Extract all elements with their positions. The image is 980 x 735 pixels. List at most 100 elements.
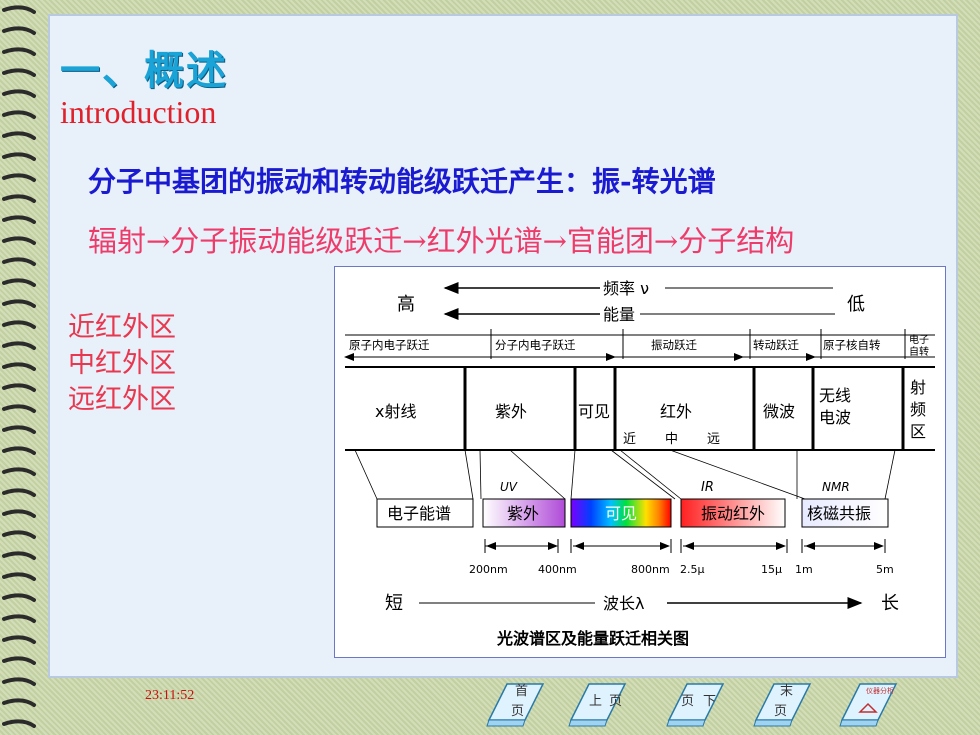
tick-200nm: 200nm (469, 563, 508, 576)
description-line-1: 分子中基团的振动和转动能级跃迁产生：振-转光谱 (88, 165, 716, 198)
label-frequency: 频率 ν (603, 279, 649, 298)
binding-ring (2, 614, 36, 623)
transition-electron-spin-1: 电子 (909, 333, 929, 346)
label-long: 长 (881, 593, 899, 614)
timestamp: 23:11:52 (145, 688, 195, 703)
binding-ring (2, 215, 36, 224)
binding-ring (2, 173, 36, 182)
transition-nuclear-spin: 原子核自转 (823, 338, 881, 352)
spectrum-electron: 电子能谱 (387, 504, 451, 523)
book-icon (666, 683, 725, 727)
binding-ring (2, 635, 36, 644)
ir-region-list: 近红外区 中红外区 远红外区 (68, 310, 176, 418)
binding-ring (2, 110, 36, 119)
label-high: 高 (397, 294, 415, 315)
binding-ring (2, 299, 36, 308)
binding-ring (2, 467, 36, 476)
binding-ring (2, 320, 36, 329)
binding-ring (2, 530, 36, 539)
next-page-label-1: 页 (681, 694, 695, 709)
prev-page-label-2: 页 (609, 694, 623, 709)
last-page-label-2: 页 (774, 704, 788, 719)
uv-tag: UV (500, 480, 518, 494)
spectrum-figure: 高 频率 ν 能量 低 原子内电子跃迁 分子内电子跃迁 振动跃迁 转动跃迁 原子… (334, 266, 946, 658)
binding-ring (2, 257, 36, 266)
tick-400nm: 400nm (538, 563, 577, 576)
region-rf-2: 频 (910, 400, 926, 419)
ir-mid: 中 (665, 432, 678, 447)
transition-electron-spin-2: 自转 (909, 345, 929, 358)
ir-region-near: 近红外区 (68, 312, 176, 343)
first-page-label-2: 页 (511, 704, 525, 719)
spiral-binding (2, 5, 36, 728)
home-book-icon (839, 683, 898, 727)
tick-5m: 5m (876, 563, 894, 576)
transition-atomic-electron: 原子内电子跃迁 (349, 338, 430, 352)
binding-ring (2, 194, 36, 203)
slide-subtitle: introduction (60, 94, 217, 130)
binding-ring (2, 572, 36, 581)
binding-ring (2, 593, 36, 602)
slide-title: 一、概述 (60, 47, 228, 94)
home-button[interactable]: 仪器分析 (838, 672, 900, 730)
transition-rotation: 转动跃迁 (753, 338, 799, 352)
prev-page-label-1: 上 (589, 694, 603, 709)
spectrum-ir: 振动红外 (701, 504, 765, 523)
binding-ring (2, 551, 36, 560)
binding-ring (2, 719, 36, 728)
binding-ring (2, 488, 36, 497)
label-wavelength: 波长λ (603, 594, 644, 613)
transition-molecular-electron: 分子内电子跃迁 (495, 338, 576, 352)
binding-ring (2, 404, 36, 413)
nmr-tag: NMR (822, 480, 850, 494)
region-uv: 紫外 (495, 402, 527, 421)
label-short: 短 (385, 593, 403, 614)
region-visible: 可见 (578, 402, 610, 421)
description-line-2: 辐射→分子振动能级跃迁→红外光谱→官能团→分子结构 (88, 224, 795, 258)
binding-ring (2, 677, 36, 686)
binding-ring (2, 131, 36, 140)
tick-800nm: 800nm (631, 563, 670, 576)
spectrum-visible: 可见 (605, 504, 637, 523)
label-low: 低 (847, 294, 865, 315)
first-page-button[interactable]: 首 页 (485, 672, 547, 730)
last-page-button[interactable]: 末 页 (752, 672, 814, 730)
binding-ring (2, 278, 36, 287)
spectrum-uv: 紫外 (507, 504, 539, 523)
binding-ring (2, 26, 36, 35)
binding-ring (2, 698, 36, 707)
region-xray: x射线 (375, 402, 416, 421)
next-page-label-2: 下 (703, 694, 717, 709)
tick-1m: 1m (795, 563, 813, 576)
region-ir: 红外 (660, 402, 692, 421)
region-radio-1: 无线 (819, 386, 851, 405)
region-rf-3: 区 (910, 422, 926, 441)
binding-ring (2, 152, 36, 161)
binding-ring (2, 509, 36, 518)
binding-ring (2, 68, 36, 77)
binding-ring (2, 47, 36, 56)
ir-tag: IR (701, 480, 714, 495)
spectrum-nmr: 核磁共振 (807, 504, 871, 523)
prev-page-button[interactable]: 上 页 (567, 672, 629, 730)
home-badge-label: 仪器分析 (866, 687, 894, 695)
tick-2-5u: 2.5μ (680, 563, 705, 576)
label-energy: 能量 (603, 305, 635, 324)
transition-vibration: 振动跃迁 (651, 338, 697, 352)
first-page-label-1: 首 (515, 684, 529, 699)
binding-ring (2, 383, 36, 392)
region-microwave: 微波 (763, 402, 795, 421)
last-page-label-1: 末 (780, 684, 794, 699)
binding-ring (2, 89, 36, 98)
ir-far: 远 (707, 432, 720, 447)
binding-ring (2, 5, 36, 14)
figure-caption: 光波谱区及能量跃迁相关图 (496, 629, 689, 648)
next-page-button[interactable]: 页 下 (665, 672, 727, 730)
tick-15u: 15μ (761, 563, 782, 576)
binding-ring (2, 236, 36, 245)
ir-region-far: 远红外区 (68, 384, 176, 415)
ir-near: 近 (623, 432, 636, 447)
binding-ring (2, 362, 36, 371)
binding-ring (2, 446, 36, 455)
binding-ring (2, 656, 36, 665)
